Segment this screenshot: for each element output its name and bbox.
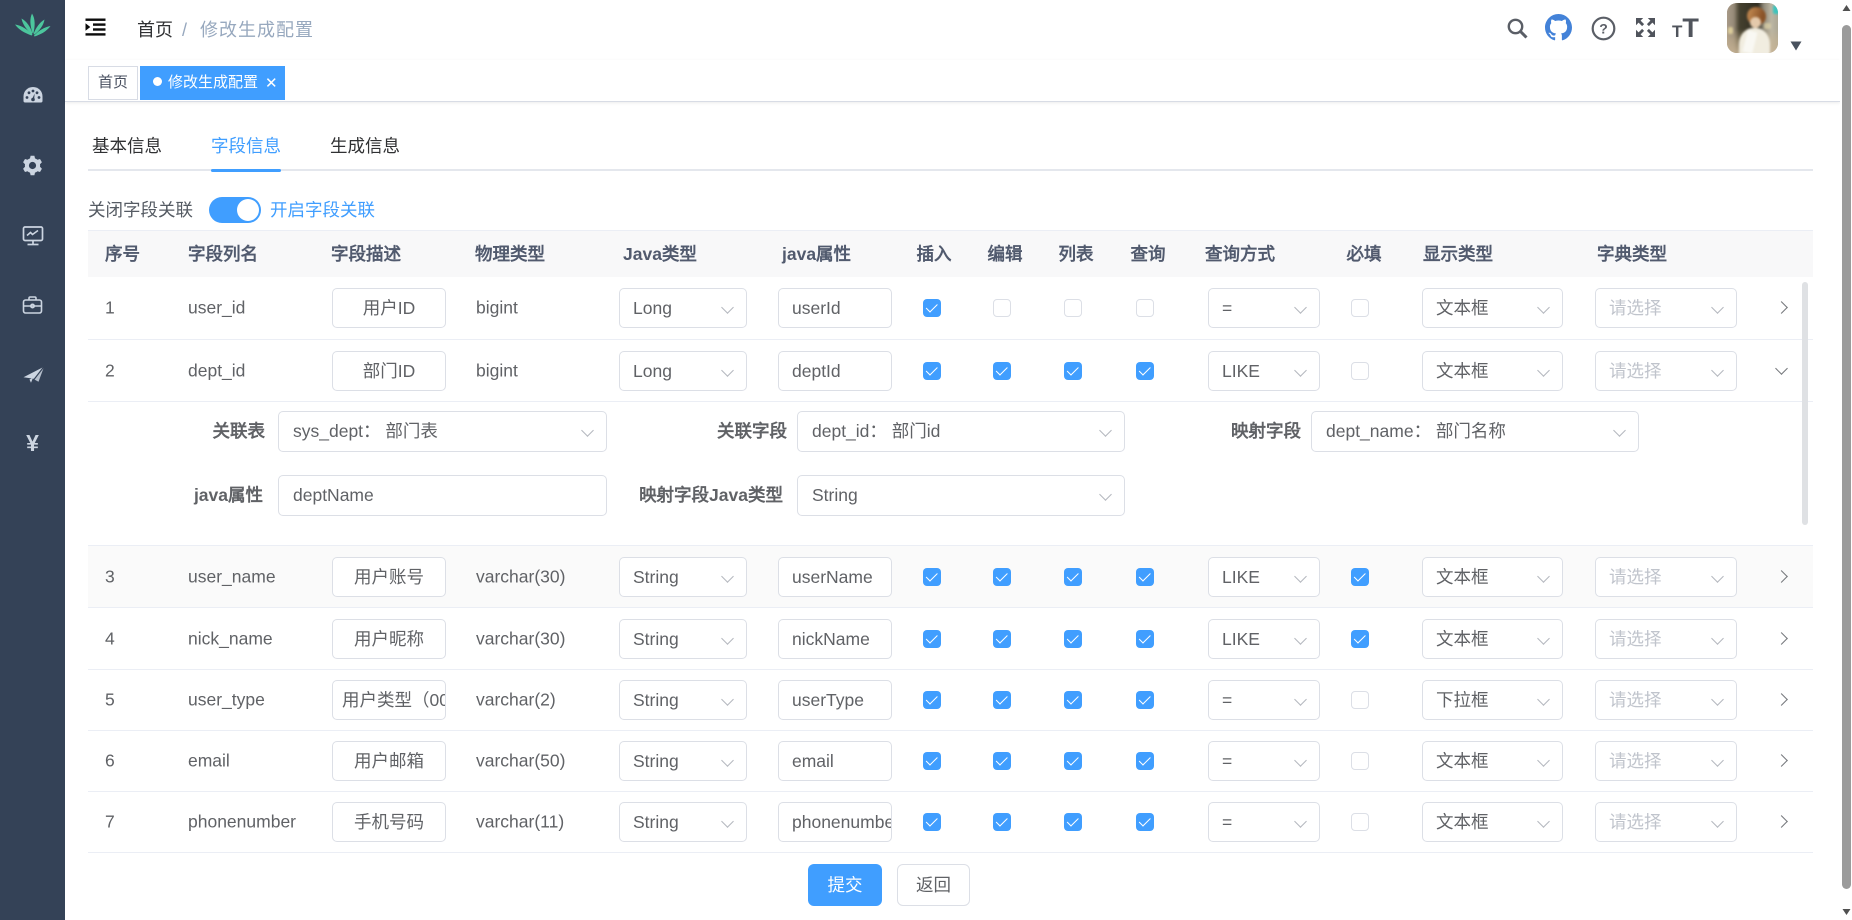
svg-text:?: ?: [1599, 21, 1608, 37]
